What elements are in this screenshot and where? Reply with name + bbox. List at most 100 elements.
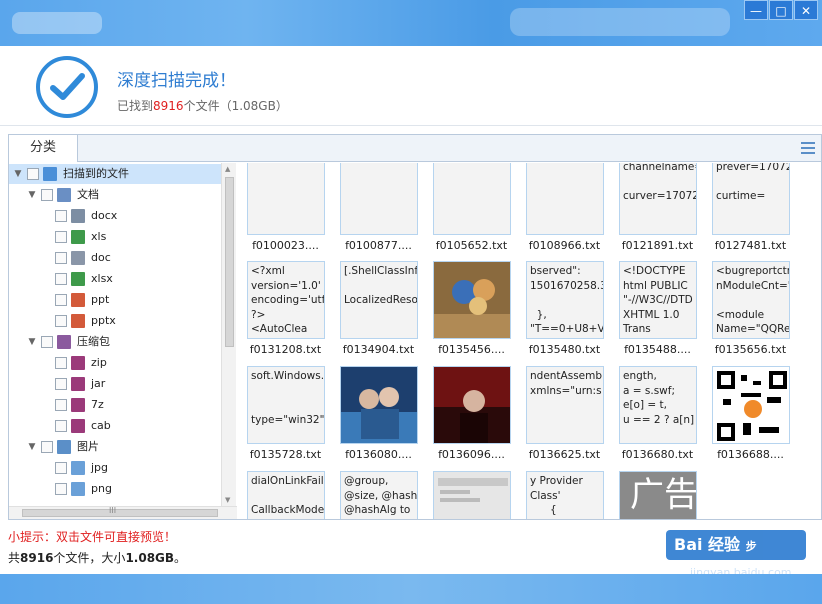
- tree-checkbox[interactable]: [55, 294, 67, 306]
- hscroll-thumb[interactable]: III: [22, 506, 218, 517]
- file-preview: [247, 163, 325, 235]
- tree-item[interactable]: png: [9, 479, 221, 499]
- file-item[interactable]: f0105652.txt: [425, 163, 518, 259]
- tree-item-label: 图片: [77, 440, 99, 453]
- file-item[interactable]: <bugreportctrl nModuleCnt=" <module Name…: [704, 261, 797, 363]
- document-icon: [57, 188, 71, 202]
- baidu-watermark-logo: Bai 经验 步: [666, 530, 806, 560]
- tree-horizontal-scrollbar[interactable]: III: [9, 506, 237, 519]
- tree-checkbox[interactable]: [55, 252, 67, 264]
- tree-item[interactable]: ▼ 压缩包: [9, 332, 221, 352]
- file-name: f0136096....: [438, 448, 505, 461]
- file-thumbnail: [433, 261, 511, 339]
- tree-checkbox[interactable]: [55, 483, 67, 495]
- tree-item[interactable]: ▼ 扫描到的文件: [9, 164, 221, 184]
- expand-arrow-icon[interactable]: ▼: [27, 332, 37, 352]
- file-item[interactable]: f0100877....: [332, 163, 425, 259]
- tree-item[interactable]: 7z: [9, 395, 221, 415]
- file-preview: ength, a = s.swf; e[o] = t, u == 2 ? a[n…: [619, 366, 697, 444]
- menu-icon[interactable]: [801, 142, 815, 154]
- file-preview: y Provider Class' { ProgID =: [526, 471, 604, 519]
- file-item[interactable]: bserved": 1501670258.34 }, "T==0+U8+V1X f…: [518, 261, 611, 363]
- file-item[interactable]: ength, a = s.swf; e[o] = t, u == 2 ? a[n…: [611, 366, 704, 468]
- file-preview: <!DOCTYPE html PUBLIC "-//W3C//DTD XHTML…: [619, 261, 697, 339]
- expand-arrow-icon[interactable]: ▼: [13, 164, 23, 184]
- file-name: f0131208.txt: [249, 343, 322, 356]
- tree-checkbox[interactable]: [55, 420, 67, 432]
- title-bar-blur: [510, 8, 730, 36]
- tree-checkbox[interactable]: [55, 315, 67, 327]
- file-item[interactable]: <!DOCTYPE html PUBLIC "-//W3C//DTD XHTML…: [611, 261, 704, 363]
- image-icon: [57, 440, 71, 454]
- maximize-button[interactable]: □: [769, 0, 793, 20]
- file-item[interactable]: f0100023....: [239, 163, 332, 259]
- close-button[interactable]: ✕: [794, 0, 818, 20]
- expand-arrow-icon[interactable]: ▼: [27, 437, 37, 457]
- file-item[interactable]: 广告: [611, 471, 704, 519]
- tree-checkbox[interactable]: [55, 273, 67, 285]
- file-item[interactable]: [425, 471, 518, 519]
- tree-item-label: pptx: [91, 314, 116, 327]
- tree-vertical-scrollbar[interactable]: ▲ ▼: [221, 163, 236, 506]
- scroll-up-icon[interactable]: ▲: [225, 165, 230, 173]
- file-item[interactable]: soft.Windows.N type="win32"/> f0135728.tx…: [239, 366, 332, 468]
- file-item[interactable]: @group, @size, @hash, @hashAlg to depend…: [332, 471, 425, 519]
- file-item[interactable]: f0136096....: [425, 366, 518, 468]
- tree-item[interactable]: ppt: [9, 290, 221, 310]
- file-item[interactable]: channelname= curver=17072 f0121891.txt: [611, 163, 704, 259]
- tree-item[interactable]: doc: [9, 248, 221, 268]
- file-item[interactable]: f0136080....: [332, 366, 425, 468]
- tree-checkbox[interactable]: [55, 210, 67, 222]
- tree-checkbox[interactable]: [55, 357, 67, 369]
- file-name: f0127481.txt: [714, 239, 787, 252]
- file-thumbnail: [433, 471, 511, 519]
- file-item[interactable]: f0135456....: [425, 261, 518, 363]
- tree-item[interactable]: xlsx: [9, 269, 221, 289]
- total-summary: 共8916个文件，大小1.08GB。: [8, 551, 187, 565]
- tree-checkbox[interactable]: [55, 462, 67, 474]
- tree-item[interactable]: ▼ 文档: [9, 185, 221, 205]
- file-item[interactable]: ndentAssembly xmlns="urn:s f0136625.txt: [518, 366, 611, 468]
- file-item[interactable]: f0136688....: [704, 366, 797, 468]
- scroll-thumb[interactable]: [225, 177, 234, 347]
- tree-item[interactable]: pptx: [9, 311, 221, 331]
- app-logo: [12, 12, 102, 34]
- tree-checkbox[interactable]: [27, 168, 39, 180]
- preview-tip: 小提示：双击文件可直接预览！: [8, 530, 177, 544]
- powerpoint-icon: [71, 293, 85, 307]
- file-thumbnail: [712, 366, 790, 444]
- scan-result-summary: 已找到8916个文件（1.08GB）: [117, 99, 288, 113]
- file-thumbnail: [433, 366, 511, 444]
- tree-checkbox[interactable]: [55, 231, 67, 243]
- image-icon: [71, 482, 85, 496]
- tab-category[interactable]: 分类: [9, 135, 78, 162]
- tree-item[interactable]: xls: [9, 227, 221, 247]
- tree-item-label: zip: [91, 356, 107, 369]
- tree-item[interactable]: docx: [9, 206, 221, 226]
- scroll-down-icon[interactable]: ▼: [225, 496, 230, 504]
- bottom-bar: [0, 574, 822, 604]
- tree-item[interactable]: cab: [9, 416, 221, 436]
- file-item[interactable]: [.ShellClassInfo LocalizedResou f0134904.…: [332, 261, 425, 363]
- file-name: f0100023....: [252, 239, 319, 252]
- tree-checkbox[interactable]: [55, 399, 67, 411]
- file-name: f0135480.txt: [528, 343, 601, 356]
- expand-arrow-icon[interactable]: ▼: [27, 185, 37, 205]
- tree-checkbox[interactable]: [41, 336, 53, 348]
- file-item[interactable]: <?xml version='1.0' encoding='utf- ?> <A…: [239, 261, 332, 363]
- tree-checkbox[interactable]: [55, 378, 67, 390]
- tree-checkbox[interactable]: [41, 189, 53, 201]
- file-item[interactable]: f0108966.txt: [518, 163, 611, 259]
- file-item[interactable]: dialOnLinkFailu CallbackMode CustomDialD…: [239, 471, 332, 519]
- hscroll-grip: III: [109, 506, 117, 515]
- file-name: f0136625.txt: [528, 448, 601, 461]
- file-item[interactable]: y Provider Class' { ProgID =: [518, 471, 611, 519]
- tree-checkbox[interactable]: [41, 441, 53, 453]
- file-item[interactable]: prever=170727 curtime= f0127481.txt: [704, 163, 797, 259]
- tree-item[interactable]: ▼ 图片: [9, 437, 221, 457]
- tree-item[interactable]: jar: [9, 374, 221, 394]
- file-preview: ndentAssembly xmlns="urn:s: [526, 366, 604, 444]
- minimize-button[interactable]: —: [744, 0, 768, 20]
- tree-item[interactable]: zip: [9, 353, 221, 373]
- tree-item[interactable]: jpg: [9, 458, 221, 478]
